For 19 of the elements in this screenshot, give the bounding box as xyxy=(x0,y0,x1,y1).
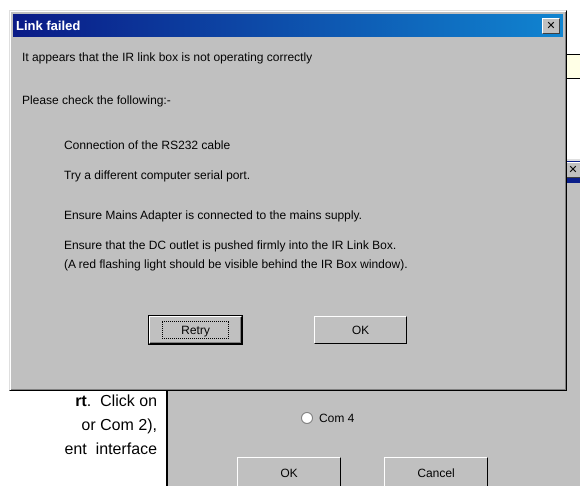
message-text: Please check the following:- xyxy=(22,93,172,108)
message-text: Ensure that the DC outlet is pushed firmly into the IR Link Box. xyxy=(64,238,398,253)
message-text: Connection of the RS232 cable xyxy=(64,138,232,153)
document-text: ent interface xyxy=(64,440,157,459)
retry-button[interactable]: Retry xyxy=(149,316,242,344)
message-text: (A red flashing light should be visible behind the IR Box window). xyxy=(64,257,409,272)
radio-label: Com 4 xyxy=(319,411,354,425)
radio-button[interactable] xyxy=(301,412,313,424)
document-text: or Com 2), xyxy=(81,416,157,435)
message-text: Try a different computer serial port. xyxy=(64,168,252,183)
message-text: Ensure Mains Adapter is connected to the mains supply. xyxy=(64,208,363,223)
window-title: Link failed xyxy=(16,18,80,33)
cancel-button[interactable]: Cancel xyxy=(384,457,488,486)
message-text: It appears that the IR link box is not operating correctly xyxy=(22,50,314,65)
ok-button[interactable]: OK xyxy=(237,457,341,486)
close-button[interactable]: ✕ xyxy=(542,18,560,34)
ok-button[interactable]: OK xyxy=(314,316,407,344)
document-text: rt. Click on xyxy=(75,392,157,411)
com-radio[interactable]: Com 4 xyxy=(301,411,354,425)
